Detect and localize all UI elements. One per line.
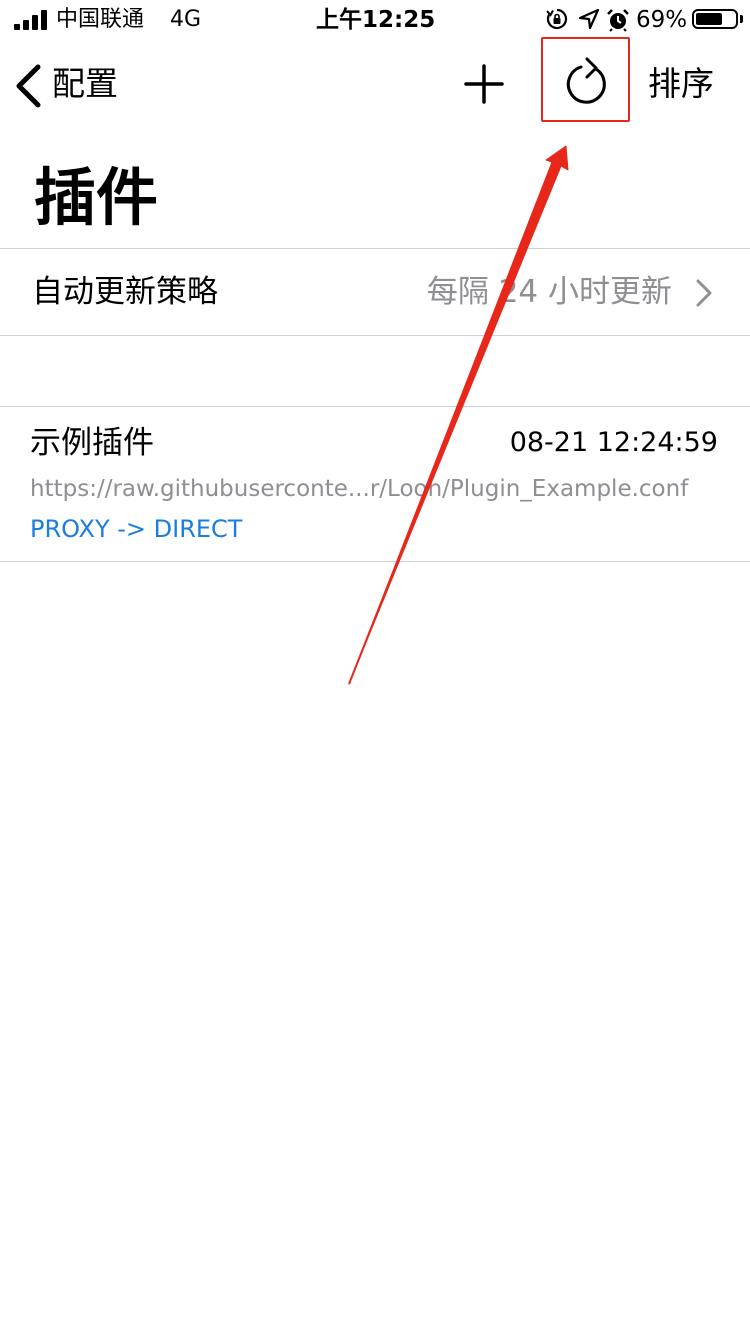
location-icon (578, 8, 600, 30)
plugin-policy: PROXY -> DIRECT (30, 515, 243, 543)
divider (0, 335, 750, 336)
signal-icon (14, 10, 48, 30)
auto-update-value: 每隔 24 小时更新 (426, 274, 672, 310)
plugin-name: 示例插件 (30, 425, 154, 461)
divider (0, 561, 750, 562)
refresh-highlight-box (541, 37, 630, 122)
auto-update-row[interactable]: 自动更新策略 每隔 24 小时更新 (0, 249, 750, 335)
plugin-updated-time: 08-21 12:24:59 (509, 427, 718, 458)
carrier-name: 中国联通 (56, 7, 145, 32)
status-bar: 中国联通 4G 上午12:25 69% (0, 0, 750, 40)
battery-icon (692, 9, 738, 29)
chevron-right-icon (696, 279, 712, 307)
plugin-url: https://raw.githubuserconte...r/Loon/Plu… (30, 476, 689, 502)
network-type: 4G (170, 7, 202, 32)
alarm-icon (607, 9, 629, 32)
status-time: 上午12:25 (316, 7, 436, 33)
orientation-lock-icon (546, 8, 568, 30)
auto-update-label: 自动更新策略 (32, 274, 218, 310)
plus-icon (464, 64, 504, 104)
battery-level-fill (696, 13, 722, 25)
page-title: 插件 (34, 161, 159, 234)
sort-button[interactable]: 排序 (648, 62, 714, 106)
battery-nub (740, 15, 743, 23)
plugin-list-item[interactable]: 示例插件 08-21 12:24:59 https://raw.githubus… (0, 407, 750, 561)
add-plugin-button[interactable] (462, 62, 506, 106)
back-button-label: 配置 (52, 64, 118, 103)
battery-percent: 69% (636, 7, 688, 33)
chevron-left-icon (16, 64, 41, 108)
